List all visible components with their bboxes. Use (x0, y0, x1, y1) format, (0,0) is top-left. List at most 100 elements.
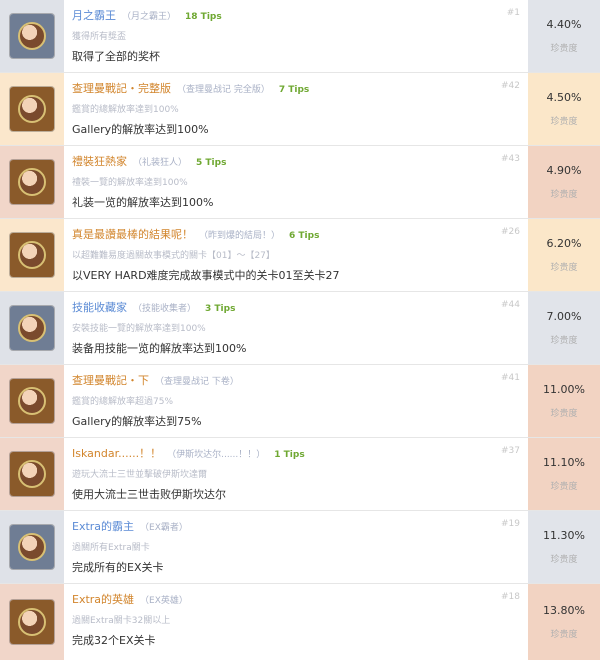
achievement-title[interactable]: 查理曼戰記・下 (72, 374, 149, 387)
rarity-label: 珍贵度 (550, 409, 578, 419)
achievement-title[interactable]: 禮裝狂熱家 (72, 155, 127, 168)
achievement-title[interactable]: Iskandar......！！ (72, 447, 161, 460)
achievement-rank: #19 (501, 519, 520, 529)
extra-hero-icon (10, 600, 54, 644)
achievement-description-original: 安裝技能一覽的解放率達到100% (72, 324, 206, 334)
rarity-label: 珍贵度 (550, 555, 578, 565)
achievement-description: 以VERY HARD难度完成故事模式中的关卡01至关卡27 (72, 269, 340, 282)
achievement-description-original: 獲得所有獎盃 (72, 32, 127, 42)
extra-ruler-icon (10, 525, 54, 569)
rarity-column: 11.10% 珍贵度 (528, 438, 600, 510)
tips-link[interactable]: 6 Tips (286, 231, 322, 241)
achievement-content: 查理曼戰記・完整版 （查理曼战记 完全版） 7 Tips 鑑賞的總解放率達到100%… (64, 73, 528, 145)
achievement-row[interactable]: Extra的英雄 （EX英雄） 過關Extra關卡32關以上 完成32个EX关卡 … (0, 584, 600, 660)
achievement-content: 真是最讚最棒的結果呢！ （昨到爆的結局！） 6 Tips 以超難難易度過關故事模式的… (64, 219, 528, 291)
achievement-rank: #44 (501, 300, 520, 310)
rarity-rate: 11.30% (543, 529, 585, 542)
portrait (18, 241, 46, 269)
achievement-row[interactable]: 查理曼戰記・完整版 （查理曼战记 完全版） 7 Tips 鑑賞的總解放率達到100%… (0, 73, 600, 146)
portrait (18, 22, 46, 50)
achievement-row[interactable]: 查理曼戰記・下 （查理曼战记 下卷） 鑑賞的總解放率超過75% Gallery的解… (0, 365, 600, 438)
charlemagne-volume-icon (10, 379, 54, 423)
achievement-content: 禮裝狂熱家 （礼装狂人） 5 Tips 禮裝一覽的解放率達到100% 礼装一览的解放… (64, 146, 528, 218)
achievement-title[interactable]: 真是最讚最棒的結果呢！ (72, 228, 193, 241)
achievement-rank: #43 (501, 154, 520, 164)
achievement-row[interactable]: Extra的霸主 （EX霸者） 過關所有Extra關卡 完成所有的EX关卡 #19… (0, 511, 600, 584)
achievement-rank: #41 (501, 373, 520, 383)
achievement-subtitle: （昨到爆的結局！） (199, 231, 281, 241)
achievement-rank: #37 (501, 446, 520, 456)
row-left-bar (0, 219, 64, 291)
achievement-title[interactable]: Extra的英雄 (72, 593, 134, 606)
achievement-subtitle: （查理曼战记 下卷） (155, 377, 239, 387)
skill-collector-icon (10, 306, 54, 350)
row-left-bar (0, 438, 64, 510)
rarity-label: 珍贵度 (550, 482, 578, 492)
achievement-content: 月之霸王 （月之霸王） 18 Tips 獲得所有獎盃 取得了全部的奖杯 #1 (64, 0, 528, 72)
achievement-description: Gallery的解放率达到75% (72, 415, 202, 428)
achievement-description-original: 過關Extra關卡32關以上 (72, 616, 171, 626)
rarity-rate: 4.50% (546, 91, 582, 104)
achievement-description: 使用大流士三世击败伊斯坎达尔 (72, 488, 226, 501)
mystic-code-icon (10, 160, 54, 204)
portrait (18, 533, 46, 561)
achievement-row[interactable]: Iskandar......！！ （伊斯坎达尔......！！） 1 Tips 遊玩… (0, 438, 600, 511)
achievement-content: Extra的英雄 （EX英雄） 過關Extra關卡32關以上 完成32个EX关卡 … (64, 584, 528, 660)
achievement-description-original: 禮裝一覽的解放率達到100% (72, 178, 188, 188)
portrait (18, 460, 46, 488)
row-left-bar (0, 511, 64, 583)
achievement-row[interactable]: 技能收藏家 （技能收集者） 3 Tips 安裝技能一覽的解放率達到100% 装备用技… (0, 292, 600, 365)
rarity-label: 珍贵度 (550, 117, 578, 127)
achievement-description: Gallery的解放率达到100% (72, 123, 209, 136)
achievement-description-original: 過關所有Extra關卡 (72, 543, 150, 553)
achievement-rank: #18 (501, 592, 520, 602)
rarity-column: 6.20% 珍贵度 (528, 219, 600, 291)
achievement-row[interactable]: 禮裝狂熱家 （礼装狂人） 5 Tips 禮裝一覽的解放率達到100% 礼装一览的解放… (0, 146, 600, 219)
tips-link[interactable]: 5 Tips (193, 158, 229, 168)
achievement-row[interactable]: 真是最讚最棒的結果呢！ （昨到爆的結局！） 6 Tips 以超難難易度過關故事模式的… (0, 219, 600, 292)
rarity-rate: 11.00% (543, 383, 585, 396)
achievement-row[interactable]: 月之霸王 （月之霸王） 18 Tips 獲得所有獎盃 取得了全部的奖杯 #1 4.4… (0, 0, 600, 73)
rarity-column: 13.80% 珍贵度 (528, 584, 600, 660)
rarity-rate: 11.10% (543, 456, 585, 469)
rarity-column: 4.40% 珍贵度 (528, 0, 600, 72)
rarity-column: 4.50% 珍贵度 (528, 73, 600, 145)
portrait (18, 314, 46, 342)
achievement-description: 取得了全部的奖杯 (72, 50, 160, 63)
achievement-rank: #26 (501, 227, 520, 237)
achievement-title[interactable]: Extra的霸主 (72, 520, 134, 533)
portrait (18, 168, 46, 196)
achievement-title[interactable]: 技能收藏家 (72, 301, 127, 314)
row-left-bar (0, 365, 64, 437)
best-ending-icon (10, 233, 54, 277)
rarity-label: 珍贵度 (550, 263, 578, 273)
achievement-content: 查理曼戰記・下 （查理曼战记 下卷） 鑑賞的總解放率超過75% Gallery的解… (64, 365, 528, 437)
trophy-king-icon (10, 14, 54, 58)
rarity-label: 珍贵度 (550, 190, 578, 200)
achievement-subtitle: （伊斯坎达尔......！！） (167, 450, 266, 460)
charlemagne-icon (10, 87, 54, 131)
achievement-title[interactable]: 月之霸王 (72, 9, 116, 22)
achievement-description-original: 以超難難易度過關故事模式的關卡【01】～【27】 (72, 251, 275, 261)
achievement-content: 技能收藏家 （技能收集者） 3 Tips 安裝技能一覽的解放率達到100% 装备用技… (64, 292, 528, 364)
rarity-rate: 7.00% (546, 310, 582, 323)
achievement-rank: #1 (506, 8, 520, 18)
row-left-bar (0, 0, 64, 72)
rarity-rate: 6.20% (546, 237, 582, 250)
achievement-subtitle: （查理曼战记 完全版） (177, 85, 270, 95)
portrait (18, 95, 46, 123)
rarity-label: 珍贵度 (550, 630, 578, 640)
achievement-content: Iskandar......！！ （伊斯坎达尔......！！） 1 Tips 遊玩… (64, 438, 528, 510)
achievement-title[interactable]: 查理曼戰記・完整版 (72, 82, 171, 95)
achievement-subtitle: （月之霸王） (122, 12, 177, 22)
rarity-rate: 4.40% (546, 18, 582, 31)
achievement-subtitle: （礼装狂人） (133, 158, 188, 168)
tips-link[interactable]: 1 Tips (271, 450, 307, 460)
rarity-label: 珍贵度 (550, 44, 578, 54)
tips-link[interactable]: 7 Tips (276, 85, 312, 95)
achievement-description-original: 鑑賞的總解放率達到100% (72, 105, 179, 115)
rarity-label: 珍贵度 (550, 336, 578, 346)
tips-link[interactable]: 18 Tips (182, 12, 225, 22)
achievement-list: 月之霸王 （月之霸王） 18 Tips 獲得所有獎盃 取得了全部的奖杯 #1 4.4… (0, 0, 600, 660)
tips-link[interactable]: 3 Tips (202, 304, 238, 314)
